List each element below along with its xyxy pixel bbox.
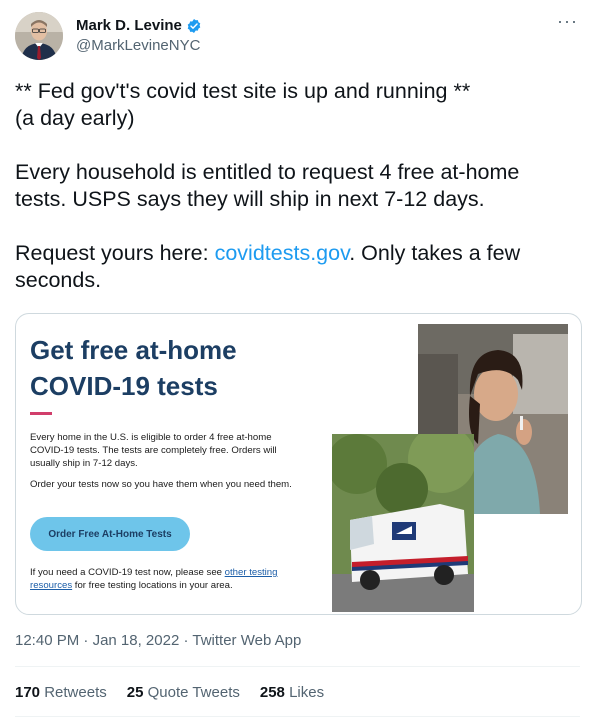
link-preview-card[interactable]: Get free at-home COVID-19 tests Every ho… [15, 313, 582, 615]
tweet-source[interactable]: Twitter Web App [192, 632, 301, 649]
card-footer-text: If you need a COVID-19 test now, please … [30, 566, 320, 592]
card-title-line-1: Get free at-home [30, 335, 237, 365]
quotes-count: 25 [126, 684, 144, 701]
card-title-line-2: COVID-19 tests [30, 371, 218, 401]
card-body: Every home in the U.S. is eligible to or… [30, 431, 305, 499]
divider [15, 716, 580, 717]
engagement-stats: 170 Retweets 25 Quote Tweets 258 Likes [15, 684, 324, 701]
more-options-icon[interactable]: ··· [557, 12, 578, 30]
quotes-label: Quote Tweets [147, 684, 240, 701]
retweets-count: 170 [15, 684, 41, 701]
meta-separator: · [79, 632, 93, 649]
card-body-1: Every home in the U.S. is eligible to or… [30, 432, 277, 469]
avatar[interactable] [15, 12, 63, 60]
likes-stat[interactable]: 258 Likes [260, 684, 324, 701]
tweet-header: Mark D. Levine @MarkLevineNYC ··· [15, 12, 580, 62]
card-foot-prefix: If you need a COVID-19 test now, please … [30, 567, 225, 578]
author-block: Mark D. Levine @MarkLevineNYC [76, 17, 202, 55]
order-tests-button[interactable]: Order Free At-Home Tests [30, 517, 190, 551]
card-accent-bar [30, 412, 52, 415]
likes-label: Likes [289, 684, 325, 701]
usps-truck-photo [332, 434, 474, 612]
covidtests-link[interactable]: covidtests.gov [215, 241, 350, 265]
card-body-2: Order your tests now so you have them wh… [30, 479, 292, 490]
tweet-paragraph-1: ** Fed gov't's covid test site is up and… [15, 79, 471, 130]
likes-count: 258 [259, 684, 285, 701]
card-title: Get free at-home COVID-19 tests [30, 332, 237, 404]
tweet-time[interactable]: 12:40 PM [15, 632, 79, 649]
tweet-paragraph-2: Every household is entitled to request 4… [15, 160, 520, 211]
retweets-stat[interactable]: 170 Retweets [15, 684, 107, 701]
tweet-meta: 12:40 PM · Jan 18, 2022 · Twitter Web Ap… [15, 632, 301, 649]
retweets-label: Retweets [44, 684, 107, 701]
verified-badge-icon [187, 19, 201, 33]
tweet-date[interactable]: Jan 18, 2022 [93, 632, 180, 649]
card-foot-suffix: for free testing locations in your area. [72, 580, 233, 591]
tweet-paragraph-3: Request yours here: covidtests.gov. Only… [15, 240, 575, 294]
quote-tweets-stat[interactable]: 25 Quote Tweets [127, 684, 240, 701]
divider [15, 666, 580, 667]
profile-photo-icon [15, 12, 63, 60]
tweet-text-prefix: Request yours here: [15, 241, 215, 265]
author-handle[interactable]: @MarkLevineNYC [76, 37, 202, 55]
author-name[interactable]: Mark D. Levine [76, 17, 182, 35]
meta-separator: · [179, 632, 193, 649]
tweet-text: ** Fed gov't's covid test site is up and… [15, 78, 575, 321]
